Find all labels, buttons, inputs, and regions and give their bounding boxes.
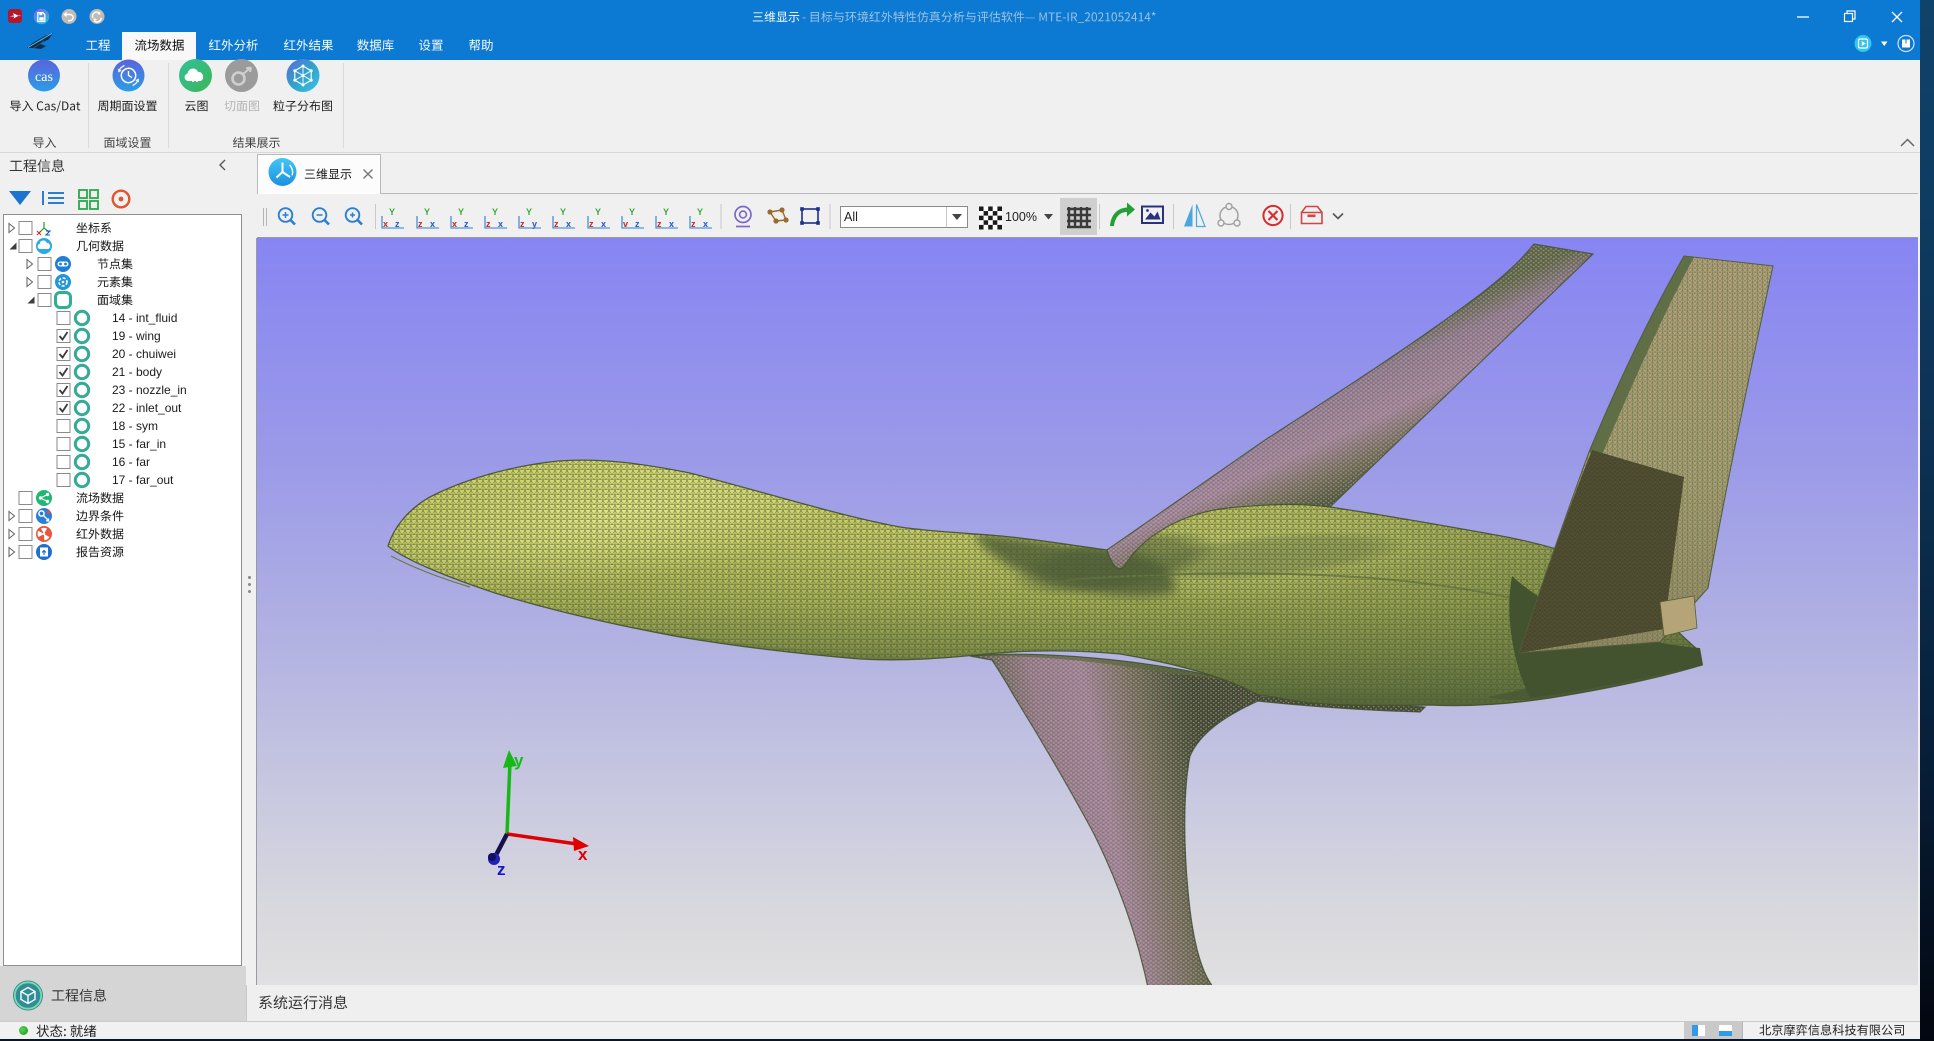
svg-text:Y: Y <box>560 207 566 217</box>
svg-text:Y: Y <box>424 207 430 217</box>
svg-text:Y: Y <box>663 207 669 217</box>
svg-text:Y: Y <box>526 207 532 217</box>
svg-text:Y: Y <box>492 207 498 217</box>
svg-text:Y: Y <box>389 207 395 217</box>
svg-text:Y: Y <box>629 207 635 217</box>
svg-text:Y: Y <box>697 207 703 217</box>
svg-text:cas: cas <box>35 70 53 85</box>
svg-text:Y: Y <box>595 207 601 217</box>
svg-text:Y: Y <box>458 207 464 217</box>
